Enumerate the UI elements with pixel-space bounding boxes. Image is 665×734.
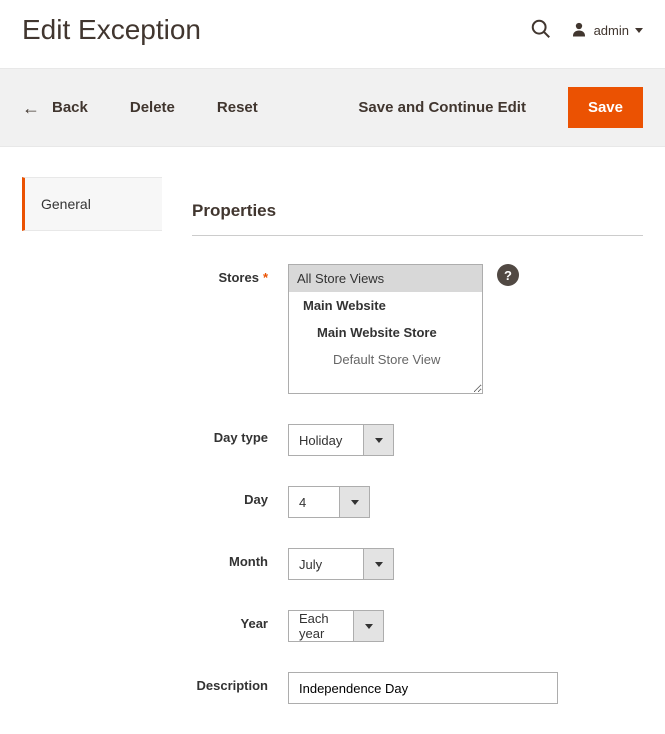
back-label: Back — [52, 99, 88, 116]
description-input[interactable] — [288, 672, 558, 704]
label-stores: Stores* — [192, 264, 288, 285]
tab-general[interactable]: General — [22, 177, 162, 231]
action-toolbar: ← Back Delete Reset Save and Continue Ed… — [0, 68, 665, 147]
save-and-continue-button[interactable]: Save and Continue Edit — [358, 99, 526, 116]
chevron-down-icon — [635, 28, 643, 33]
search-icon[interactable] — [530, 18, 552, 43]
day-type-select[interactable]: Holiday — [288, 424, 394, 456]
header: Edit Exception admin — [0, 0, 665, 68]
select-value: Each year — [289, 611, 353, 641]
store-option[interactable]: Main Website — [289, 292, 482, 319]
store-option[interactable]: All Store Views — [289, 265, 482, 292]
chevron-down-icon — [339, 487, 369, 517]
user-icon — [570, 20, 588, 41]
select-value: Holiday — [289, 425, 363, 455]
delete-button[interactable]: Delete — [130, 99, 175, 116]
stores-multiselect[interactable]: All Store Views Main Website Main Websit… — [288, 264, 483, 394]
field-day: Day 4 — [192, 486, 643, 518]
label-day: Day — [192, 486, 288, 507]
select-value: July — [289, 549, 363, 579]
save-button[interactable]: Save — [568, 87, 643, 128]
reset-button[interactable]: Reset — [217, 99, 258, 116]
section-title: Properties — [192, 177, 643, 236]
help-icon[interactable]: ? — [497, 264, 519, 286]
label-year: Year — [192, 610, 288, 631]
content: General Properties Stores* All Store Vie… — [0, 147, 665, 734]
tab-label: General — [41, 196, 91, 212]
header-actions: admin — [530, 18, 643, 43]
store-option[interactable]: Default Store View — [289, 346, 482, 373]
user-name: admin — [594, 23, 629, 38]
label-month: Month — [192, 548, 288, 569]
chevron-down-icon — [363, 425, 393, 455]
day-select[interactable]: 4 — [288, 486, 370, 518]
field-stores: Stores* All Store Views Main Website Mai… — [192, 264, 643, 394]
select-value: 4 — [289, 487, 339, 517]
field-day-type: Day type Holiday — [192, 424, 643, 456]
month-select[interactable]: July — [288, 548, 394, 580]
field-year: Year Each year — [192, 610, 643, 642]
required-mark: * — [263, 270, 268, 285]
chevron-down-icon — [353, 611, 383, 641]
back-button[interactable]: ← Back — [22, 99, 88, 117]
arrow-left-icon: ← — [22, 99, 40, 117]
user-menu[interactable]: admin — [570, 20, 643, 41]
field-month: Month July — [192, 548, 643, 580]
field-description: Description — [192, 672, 643, 704]
store-option[interactable]: Main Website Store — [289, 319, 482, 346]
label-description: Description — [192, 672, 288, 693]
form-panel: Properties Stores* All Store Views Main … — [192, 177, 643, 734]
year-select[interactable]: Each year — [288, 610, 384, 642]
sidebar: General — [22, 177, 162, 734]
chevron-down-icon — [363, 549, 393, 579]
page-title: Edit Exception — [22, 14, 201, 46]
label-day-type: Day type — [192, 424, 288, 445]
